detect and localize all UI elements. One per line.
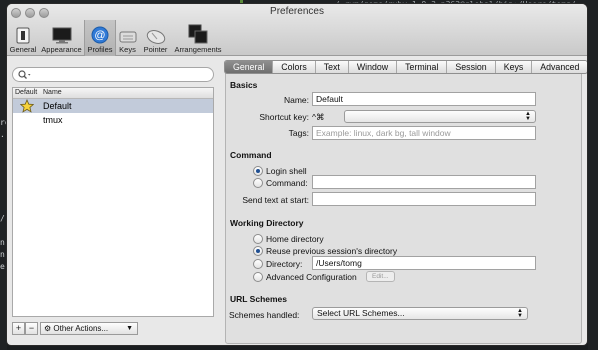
tab-text[interactable]: Text (316, 61, 349, 73)
tab-keys[interactable]: Keys (496, 61, 533, 73)
command-radio[interactable] (253, 178, 263, 188)
shortcut-key-label: Shortcut key: (259, 112, 309, 122)
home-directory-radio[interactable] (253, 234, 263, 244)
profile-name: Default (43, 101, 72, 111)
search-icon (18, 70, 31, 79)
profiles-list-header: Default Name (13, 88, 213, 99)
background-fragment: n (0, 250, 5, 259)
name-field[interactable]: Default (312, 92, 536, 106)
toolbar-appearance-label: Appearance (41, 45, 82, 54)
login-shell-radio[interactable] (253, 166, 263, 176)
svg-text:@: @ (94, 30, 105, 42)
basics-heading: Basics (230, 80, 258, 90)
url-schemes-heading: URL Schemes (230, 294, 288, 304)
tags-field[interactable]: Example: linux, dark bg, tall window (312, 126, 536, 140)
column-header-name[interactable]: Name (43, 89, 62, 96)
toolbar-profiles-label: Profiles (87, 45, 113, 54)
tab-terminal[interactable]: Terminal (397, 61, 448, 73)
add-profile-button[interactable]: + (12, 322, 25, 335)
chevron-updown-icon: ▲ ▼ (517, 308, 523, 319)
profiles-sidebar: Default Name Default tmux + − ⚙ Other Ac… (7, 57, 220, 345)
shortcut-modifiers: ^⌘ (312, 112, 325, 122)
home-directory-label: Home directory (266, 234, 324, 244)
keyboard-icon (119, 31, 136, 43)
remove-profile-button[interactable]: − (25, 322, 38, 335)
tab-advanced[interactable]: Advanced (532, 61, 587, 73)
command-heading: Command (230, 150, 272, 160)
login-shell-label: Login shell (266, 166, 307, 176)
name-label: Name: (283, 95, 309, 105)
send-text-field[interactable] (312, 192, 536, 206)
general-switch-icon (16, 27, 30, 44)
profile-search-field[interactable] (12, 67, 214, 82)
toolbar-arrangements[interactable]: Arrangements (172, 20, 224, 56)
toolbar-appearance[interactable]: Appearance (39, 20, 84, 56)
directory-radio[interactable] (253, 259, 263, 269)
background-fragment: / (0, 214, 5, 223)
background-terminal-right (588, 0, 598, 350)
background-terminal-left (0, 0, 7, 350)
edit-advanced-button[interactable]: Edit... (366, 271, 395, 282)
star-icon (20, 99, 34, 113)
url-schemes-popup[interactable]: Select URL Schemes... ▲ ▼ (312, 307, 528, 320)
profile-row-tmux[interactable]: tmux (13, 113, 213, 127)
tab-general[interactable]: General (225, 61, 274, 73)
title-bar: Preferences General Appearance @ Profile… (7, 4, 587, 56)
other-actions-label: Other Actions... (53, 324, 109, 333)
tab-session[interactable]: Session (447, 61, 496, 73)
profiles-list-controls: + − ⚙ Other Actions... ▼ (12, 322, 138, 335)
background-fragment: e (0, 262, 5, 271)
command-field[interactable] (312, 175, 536, 189)
toolbar-general[interactable]: General (7, 20, 39, 56)
background-fragment: n (0, 238, 5, 247)
toolbar-general-label: General (9, 45, 37, 54)
directory-label: Directory: (266, 259, 303, 269)
column-header-default[interactable]: Default (15, 89, 37, 96)
gear-icon: ⚙ (44, 324, 52, 333)
send-text-label: Send text at start: (242, 195, 309, 205)
advanced-configuration-radio[interactable] (253, 272, 263, 282)
desktop: …/.rvm/gems/ruby-1.9.3-p362@global/bin:/… (0, 0, 598, 350)
toolbar-pointer-label: Pointer (143, 45, 168, 54)
reuse-directory-radio[interactable] (253, 246, 263, 256)
profile-name: tmux (43, 115, 63, 125)
profiles-list: Default Name Default tmux (12, 87, 214, 317)
tab-window[interactable]: Window (349, 61, 398, 73)
tags-label: Tags: (288, 128, 309, 138)
toolbar-keys-label: Keys (119, 45, 136, 54)
directory-field[interactable]: /Users/tomg (312, 256, 536, 270)
url-schemes-value: Select URL Schemes... (317, 308, 405, 318)
window-title: Preferences (270, 6, 324, 17)
toolbar-pointer[interactable]: Pointer (139, 20, 172, 56)
tab-colors[interactable]: Colors (273, 61, 316, 73)
reuse-directory-label: Reuse previous session's directory (266, 246, 398, 256)
command-label: Command: (266, 178, 308, 188)
shortcut-key-popup[interactable]: ▲ ▼ (344, 110, 536, 123)
other-actions-menu[interactable]: ⚙ Other Actions... ▼ (40, 322, 138, 335)
monitor-icon (52, 27, 71, 44)
chevron-updown-icon: ▲ ▼ (525, 111, 531, 122)
toolbar-keys[interactable]: Keys (116, 20, 139, 56)
working-directory-heading: Working Directory (230, 218, 304, 228)
toolbar-profiles[interactable]: @ Profiles (84, 20, 116, 56)
advanced-configuration-label: Advanced Configuration (266, 272, 357, 282)
at-sign-icon: @ (91, 26, 109, 44)
mouse-icon (146, 30, 165, 44)
schemes-handled-label: Schemes handled: (229, 310, 300, 320)
chevron-down-icon: ▼ (126, 325, 133, 332)
preferences-window: Preferences General Appearance @ Profile… (7, 4, 587, 345)
toolbar-arrangements-label: Arrangements (174, 45, 222, 54)
profile-row-default[interactable]: Default (13, 99, 213, 113)
preferences-toolbar: General Appearance @ Profiles Keys Point… (7, 20, 224, 56)
windows-icon (188, 24, 208, 44)
profile-tabs: General Colors Text Window Terminal Sess… (224, 60, 587, 74)
